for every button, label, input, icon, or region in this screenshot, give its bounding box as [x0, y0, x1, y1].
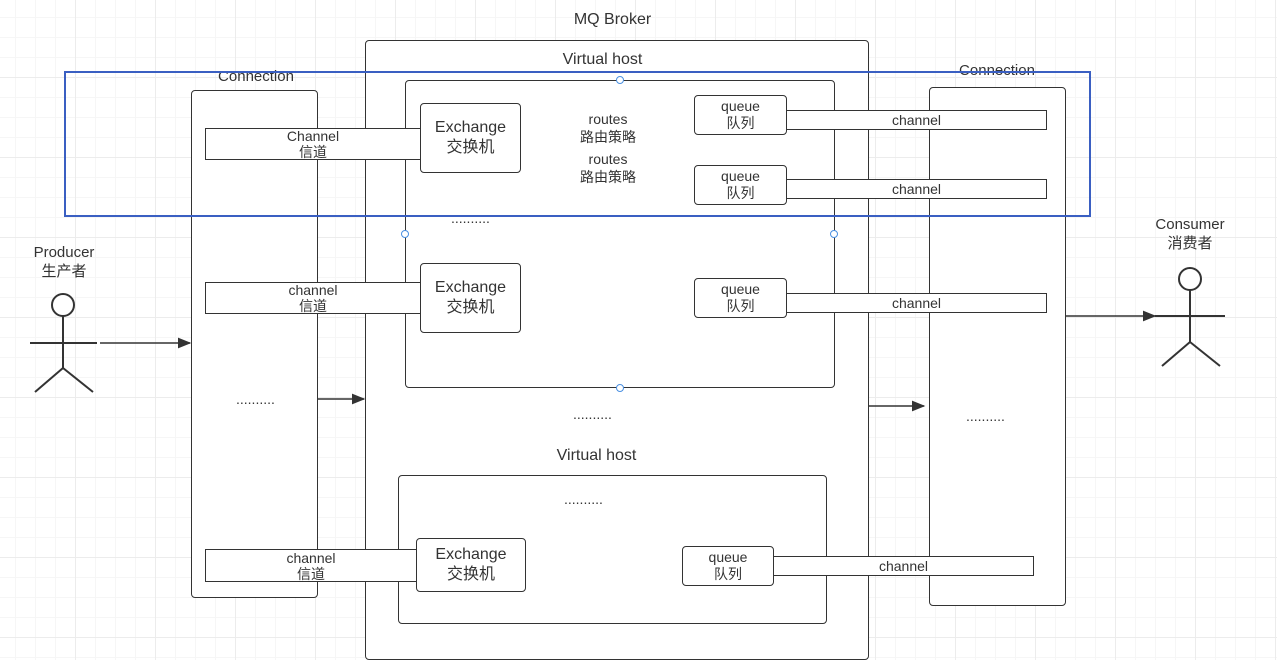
queue-4-en: queue [708, 549, 748, 565]
exchange-3[interactable]: Exchange 交换机 [416, 538, 526, 592]
consumer-channel-3-label: channel [891, 295, 942, 311]
queue-3-en: queue [721, 281, 760, 297]
producer-label-zh: 生产者 [41, 263, 87, 280]
exchange-3-en: Exchange [435, 546, 507, 563]
producer-channel-2-zh: 信道 [299, 298, 327, 314]
ellipsis-broker: .......... [573, 406, 612, 422]
queue-3-zh: 队列 [726, 298, 755, 314]
queue-4-zh: 队列 [714, 566, 742, 582]
consumer-label: Consumer 消费者 [1147, 215, 1233, 253]
vhost-2-label: Virtual host [556, 447, 637, 464]
consumer-channel-3[interactable]: channel [786, 293, 1047, 313]
exchange-3-zh: 交换机 [446, 566, 495, 583]
ellipsis-producer-connection: .......... [236, 391, 275, 407]
producer-channel-3-zh: 信道 [297, 565, 325, 582]
exchange-2-zh: 交换机 [446, 299, 495, 316]
queue-4[interactable]: queue 队列 [682, 546, 774, 586]
vhost-1-label: Virtual host [562, 51, 643, 68]
consumer-label-zh: 消费者 [1167, 235, 1213, 252]
resize-handle-bottom[interactable] [616, 384, 624, 392]
mq-broker-title: MQ Broker [573, 11, 652, 28]
producer-channel-3[interactable]: channel 信道 [205, 549, 417, 582]
consumer-figure [1155, 267, 1225, 367]
resize-handle-right[interactable] [830, 230, 838, 238]
producer-figure [30, 293, 97, 393]
producer-channel-3-en: channel [286, 549, 336, 566]
producer-label-en: Producer [33, 244, 95, 261]
selection-rectangle[interactable] [64, 71, 1091, 217]
queue-3[interactable]: queue 队列 [694, 278, 787, 318]
ellipsis-vhost-2: .......... [564, 491, 603, 507]
producer-channel-2-en: channel [288, 282, 338, 298]
consumer-label-en: Consumer [1155, 216, 1225, 233]
consumer-channel-4-label: channel [878, 558, 929, 574]
producer-channel-2[interactable]: channel 信道 [205, 282, 421, 314]
resize-handle-top[interactable] [616, 76, 624, 84]
consumer-channel-4[interactable]: channel [773, 556, 1034, 576]
diagram-canvas: MQ Broker Connection Connection Virtual … [0, 0, 1277, 660]
ellipsis-consumer-connection: .......... [966, 408, 1005, 424]
resize-handle-left[interactable] [401, 230, 409, 238]
exchange-2-en: Exchange [434, 279, 507, 296]
exchange-2[interactable]: Exchange 交换机 [420, 263, 521, 333]
producer-label: Producer 生产者 [22, 243, 106, 281]
